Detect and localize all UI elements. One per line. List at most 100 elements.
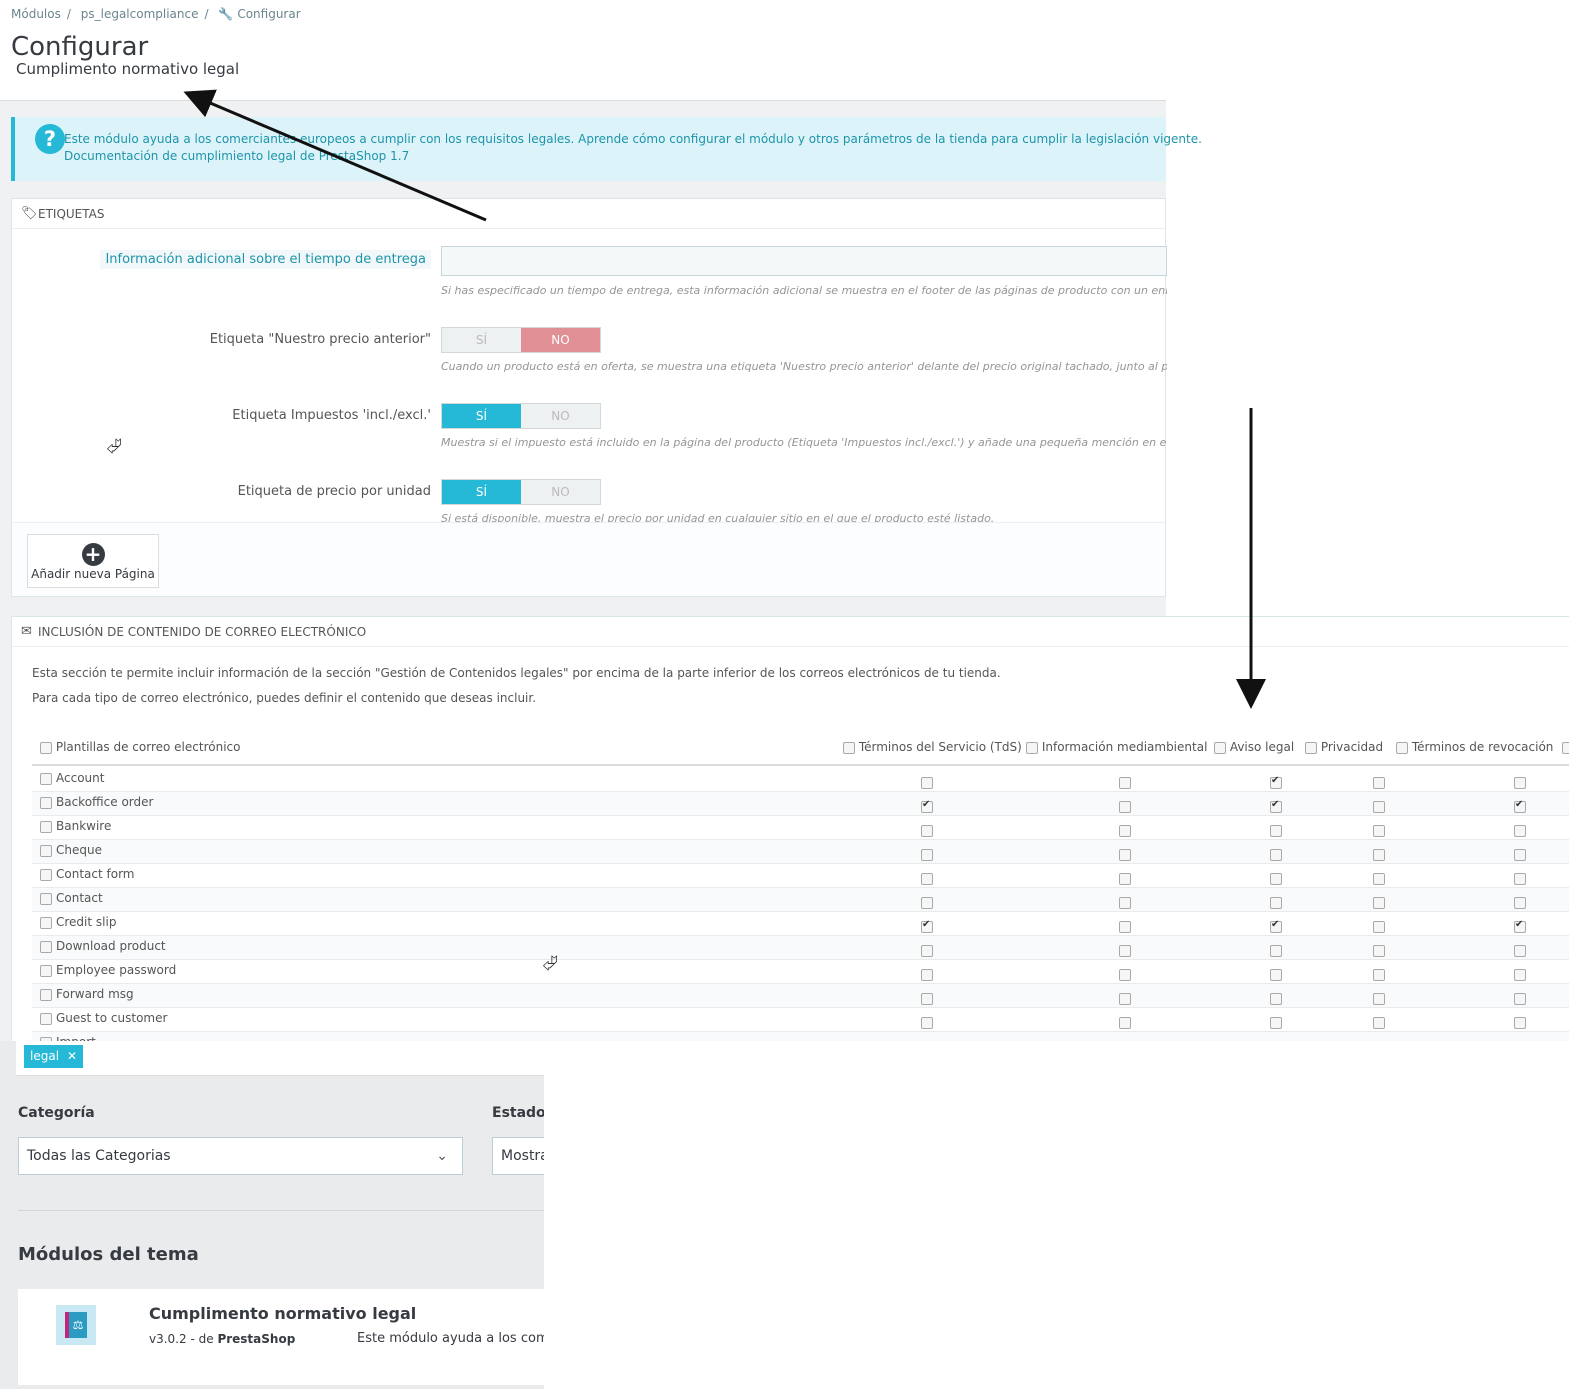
content-checkbox[interactable] bbox=[1270, 896, 1282, 909]
row-checkbox[interactable] bbox=[40, 988, 52, 1001]
content-checkbox[interactable] bbox=[1119, 896, 1131, 909]
column-checkbox[interactable] bbox=[1396, 741, 1408, 754]
content-checkbox[interactable] bbox=[1270, 1040, 1282, 1041]
content-checkbox[interactable] bbox=[1514, 944, 1526, 957]
content-checkbox[interactable] bbox=[921, 896, 933, 909]
row-checkbox[interactable] bbox=[40, 916, 52, 929]
column-checkbox[interactable] bbox=[1026, 741, 1038, 754]
content-checkbox[interactable] bbox=[1514, 968, 1526, 981]
info-alert: ? Este módulo ayuda a los comerciantes e… bbox=[11, 117, 1202, 181]
row-checkbox[interactable] bbox=[40, 796, 52, 809]
content-checkbox[interactable] bbox=[1373, 848, 1385, 861]
content-checkbox[interactable] bbox=[1270, 968, 1282, 981]
content-checkbox[interactable] bbox=[1119, 920, 1131, 933]
close-icon[interactable]: ✕ bbox=[67, 1049, 77, 1063]
content-checkbox[interactable] bbox=[1373, 920, 1385, 933]
breadcrumb-item-modules[interactable]: Módulos bbox=[11, 7, 61, 21]
content-checkbox[interactable] bbox=[1270, 919, 1282, 933]
content-checkbox[interactable] bbox=[921, 824, 933, 837]
content-checkbox[interactable] bbox=[921, 992, 933, 1005]
switch-yes[interactable]: SÍ bbox=[442, 404, 521, 428]
content-checkbox[interactable] bbox=[1119, 800, 1131, 813]
content-checkbox[interactable] bbox=[1373, 944, 1385, 957]
content-checkbox[interactable] bbox=[1270, 799, 1282, 813]
content-checkbox[interactable] bbox=[1270, 848, 1282, 861]
content-checkbox[interactable] bbox=[1514, 992, 1526, 1005]
content-checkbox[interactable] bbox=[1373, 1016, 1385, 1029]
switch-no[interactable]: NO bbox=[521, 328, 600, 352]
content-checkbox[interactable] bbox=[921, 944, 933, 957]
content-checkbox[interactable] bbox=[1373, 800, 1385, 813]
switch-yes[interactable]: SÍ bbox=[442, 480, 521, 504]
row-checkbox[interactable] bbox=[40, 772, 52, 785]
switch-no[interactable]: NO bbox=[521, 480, 600, 504]
module-card[interactable]: ⚖ Cumplimento normativo legal v3.0.2 - d… bbox=[18, 1289, 544, 1385]
tax-switch[interactable]: SÍ NO bbox=[441, 403, 601, 429]
content-checkbox[interactable] bbox=[1514, 799, 1526, 813]
content-checkbox[interactable] bbox=[1119, 1040, 1131, 1041]
content-checkbox[interactable] bbox=[921, 872, 933, 885]
content-checkbox[interactable] bbox=[1119, 944, 1131, 957]
content-checkbox[interactable] bbox=[921, 799, 933, 813]
column-checkbox[interactable] bbox=[1562, 741, 1569, 754]
row-checkbox[interactable] bbox=[40, 964, 52, 977]
content-checkbox[interactable] bbox=[1514, 848, 1526, 861]
row-checkbox[interactable] bbox=[40, 1012, 52, 1025]
content-checkbox[interactable] bbox=[1270, 775, 1282, 789]
content-checkbox[interactable] bbox=[1373, 1040, 1385, 1041]
row-checkbox[interactable] bbox=[40, 868, 52, 881]
delivery-info-input[interactable] bbox=[441, 246, 1167, 276]
content-checkbox[interactable] bbox=[1119, 824, 1131, 837]
content-checkbox[interactable] bbox=[1373, 992, 1385, 1005]
content-checkbox[interactable] bbox=[1270, 824, 1282, 837]
search-tag[interactable]: legal ✕ bbox=[24, 1045, 84, 1068]
content-checkbox[interactable] bbox=[1270, 1016, 1282, 1029]
row-checkbox[interactable] bbox=[40, 844, 52, 857]
content-checkbox[interactable] bbox=[1514, 824, 1526, 837]
row-checkbox[interactable] bbox=[40, 820, 52, 833]
content-checkbox[interactable] bbox=[921, 919, 933, 933]
column-checkbox[interactable] bbox=[1305, 741, 1317, 754]
content-checkbox[interactable] bbox=[1514, 776, 1526, 789]
switch-no[interactable]: NO bbox=[521, 404, 600, 428]
content-checkbox[interactable] bbox=[1270, 872, 1282, 885]
breadcrumb-item-module[interactable]: ps_legalcompliance bbox=[81, 7, 199, 21]
content-checkbox[interactable] bbox=[1373, 896, 1385, 909]
content-checkbox[interactable] bbox=[1514, 919, 1526, 933]
content-checkbox[interactable] bbox=[1119, 848, 1131, 861]
content-checkbox[interactable] bbox=[1373, 872, 1385, 885]
content-checkbox[interactable] bbox=[1373, 968, 1385, 981]
category-value: Todas las Categorias bbox=[27, 1148, 171, 1164]
category-select[interactable]: Todas las Categorias ⌄ bbox=[18, 1137, 463, 1175]
content-checkbox[interactable] bbox=[1514, 1040, 1526, 1041]
unit-price-switch[interactable]: SÍ NO bbox=[441, 479, 601, 505]
content-checkbox[interactable] bbox=[1514, 872, 1526, 885]
content-checkbox[interactable] bbox=[921, 968, 933, 981]
content-checkbox[interactable] bbox=[1119, 992, 1131, 1005]
old-price-switch[interactable]: SÍ NO bbox=[441, 327, 601, 353]
content-checkbox[interactable] bbox=[1119, 968, 1131, 981]
content-checkbox[interactable] bbox=[1119, 872, 1131, 885]
content-checkbox[interactable] bbox=[1119, 776, 1131, 789]
row-checkbox[interactable] bbox=[40, 940, 52, 953]
documentation-link[interactable]: Documentación de cumplimiento legal de P… bbox=[64, 149, 409, 163]
content-checkbox[interactable] bbox=[1270, 944, 1282, 957]
content-checkbox[interactable] bbox=[1373, 776, 1385, 789]
content-checkbox[interactable] bbox=[1119, 1016, 1131, 1029]
content-checkbox[interactable] bbox=[921, 1016, 933, 1029]
column-checkbox[interactable] bbox=[843, 741, 855, 754]
content-checkbox[interactable] bbox=[1514, 896, 1526, 909]
content-checkbox[interactable] bbox=[1270, 992, 1282, 1005]
column-checkbox[interactable] bbox=[1214, 741, 1226, 754]
select-all-checkbox[interactable] bbox=[40, 741, 52, 754]
content-checkbox[interactable] bbox=[921, 776, 933, 789]
content-checkbox[interactable] bbox=[1514, 1016, 1526, 1029]
content-checkbox[interactable] bbox=[921, 848, 933, 861]
status-select[interactable]: Mostrar todos bbox=[492, 1137, 544, 1175]
content-checkbox[interactable] bbox=[921, 1040, 933, 1041]
content-checkbox[interactable] bbox=[1373, 824, 1385, 837]
add-page-button[interactable]: + Añadir nueva Página bbox=[27, 534, 159, 588]
row-checkbox[interactable] bbox=[40, 892, 52, 905]
switch-yes[interactable]: SÍ bbox=[442, 328, 521, 352]
module-name[interactable]: Cumplimento normativo legal bbox=[149, 1304, 416, 1323]
